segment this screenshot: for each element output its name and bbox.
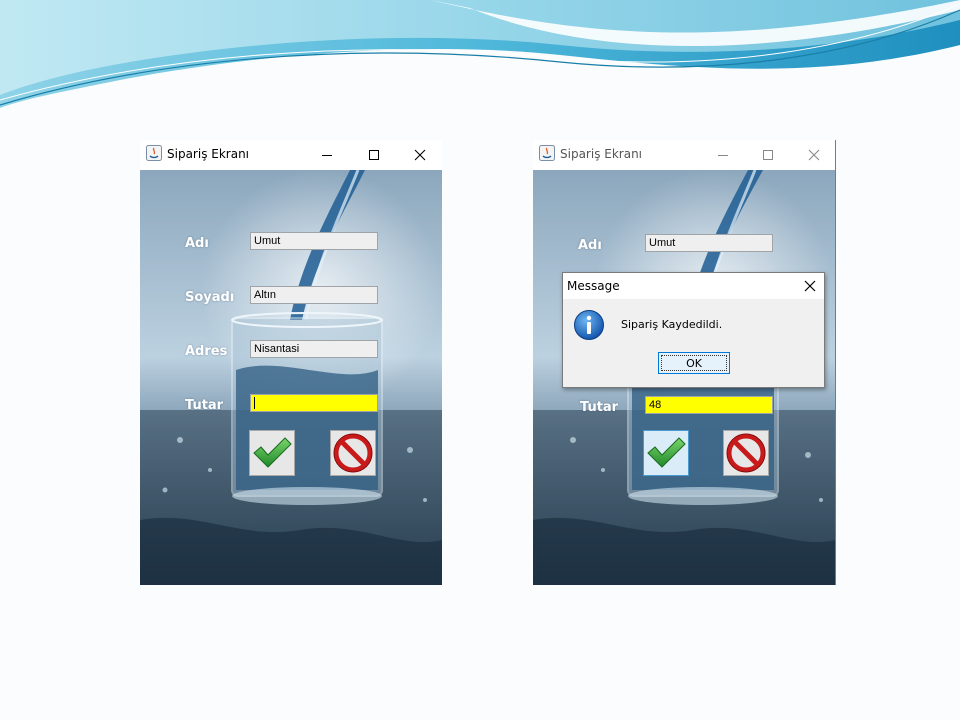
maximize-icon	[369, 150, 379, 160]
dialog-title-bar[interactable]: Message	[563, 273, 824, 299]
tutar-field[interactable]: 48	[645, 396, 773, 414]
close-icon	[808, 149, 820, 161]
confirm-button[interactable]	[249, 430, 295, 476]
adres-field[interactable]: Nisantasi	[250, 340, 378, 358]
cancel-button[interactable]	[723, 430, 769, 476]
ok-label: OK	[686, 356, 702, 370]
check-icon	[253, 437, 292, 468]
close-icon[interactable]	[802, 278, 818, 294]
check-icon	[647, 437, 686, 468]
message-dialog: Message Sipariş Kaydedildi. OK	[562, 272, 825, 388]
slide-banner	[0, 0, 960, 108]
confirm-button[interactable]	[643, 430, 689, 476]
label-tutar: Tutar	[580, 400, 619, 415]
ad-field[interactable]: Umut	[645, 234, 773, 252]
title-bar[interactable]: Sipariş Ekranı	[140, 140, 442, 170]
maximize-button[interactable]	[753, 140, 783, 170]
no-entry-icon	[726, 433, 766, 473]
minimize-icon	[322, 155, 332, 156]
close-button[interactable]	[405, 140, 435, 170]
label-soyad: Soyadı	[185, 290, 235, 305]
maximize-button[interactable]	[359, 140, 389, 170]
dialog-message: Sipariş Kaydedildi.	[621, 318, 723, 331]
close-button[interactable]	[799, 140, 829, 170]
label-tutar: Tutar	[185, 398, 224, 413]
minimize-icon	[718, 155, 728, 156]
text-caret	[254, 397, 255, 410]
title-bar[interactable]: Sipariş Ekranı	[533, 140, 835, 170]
minimize-button[interactable]	[312, 140, 342, 170]
dialog-title: Message	[567, 279, 620, 293]
java-app-icon	[539, 145, 555, 161]
window-title: Sipariş Ekranı	[167, 147, 250, 161]
window-title: Sipariş Ekranı	[560, 147, 643, 161]
tutar-field[interactable]	[250, 394, 378, 412]
cancel-button[interactable]	[330, 430, 376, 476]
java-app-icon	[146, 145, 162, 161]
soyad-field[interactable]: Altın	[250, 286, 378, 304]
no-entry-icon	[333, 433, 373, 473]
minimize-button[interactable]	[708, 140, 738, 170]
order-window-left: Sipariş Ekranı Adı Umut Soyadı Altın Adr…	[140, 140, 442, 585]
maximize-icon	[763, 150, 773, 160]
info-icon	[574, 310, 604, 340]
ok-button[interactable]: OK	[658, 352, 730, 374]
close-icon	[414, 149, 426, 161]
ad-field[interactable]: Umut	[250, 232, 378, 250]
label-ad: Adı	[578, 238, 602, 253]
label-adres: Adres	[185, 344, 228, 359]
label-ad: Adı	[185, 236, 209, 251]
